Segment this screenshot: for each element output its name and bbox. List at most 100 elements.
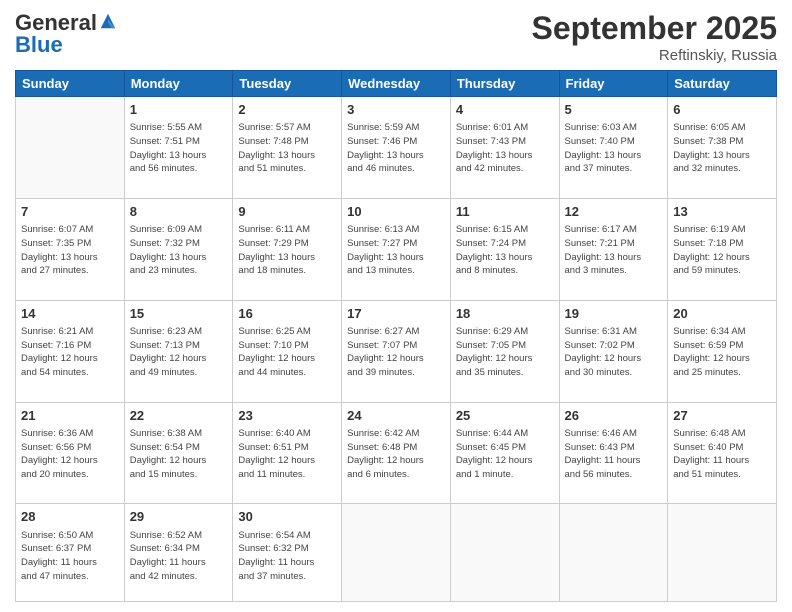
- title-block: September 2025 Reftinskiy, Russia: [532, 10, 777, 64]
- calendar-cell: 15Sunrise: 6:23 AM Sunset: 7:13 PM Dayli…: [124, 300, 233, 402]
- header-saturday: Saturday: [668, 71, 777, 97]
- location-subtitle: Reftinskiy, Russia: [532, 47, 777, 64]
- header-sunday: Sunday: [16, 71, 125, 97]
- day-number: 16: [238, 305, 336, 323]
- day-number: 9: [238, 203, 336, 221]
- calendar-cell: 5 Sunrise: 6:03 AM Sunset: 7:40 PM Daylig…: [559, 97, 668, 199]
- day-info: Sunrise: 6:27 AM Sunset: 7:07 PM Dayligh…: [347, 325, 445, 380]
- day-info: Sunrise: 6:03 AM Sunset: 7:40 PM Dayligh…: [565, 121, 663, 176]
- calendar-cell: 14 Sunrise: 6:21 AM Sunset: 7:16 PM Dayli…: [16, 300, 125, 402]
- calendar-cell: 25 Sunrise: 6:44 AM Sunset: 6:45 PM Dayli…: [450, 402, 559, 504]
- calendar-week-row: 1Sunrise: 5:55 AM Sunset: 7:51 PM Daylig…: [16, 97, 777, 199]
- calendar-cell: 20Sunrise: 6:34 AM Sunset: 6:59 PM Dayli…: [668, 300, 777, 402]
- day-number: 7: [21, 203, 119, 221]
- calendar-cell: 18 Sunrise: 6:29 AM Sunset: 7:05 PM Dayli…: [450, 300, 559, 402]
- calendar-cell: 6 Sunrise: 6:05 AM Sunset: 7:38 PM Daylig…: [668, 97, 777, 199]
- day-info: Sunrise: 6:01 AM Sunset: 7:43 PM Dayligh…: [456, 121, 554, 176]
- calendar-cell: 26 Sunrise: 6:46 AM Sunset: 6:43 PM Dayli…: [559, 402, 668, 504]
- day-info: Sunrise: 6:40 AM Sunset: 6:51 PM Dayligh…: [238, 427, 336, 482]
- day-info: Sunrise: 6:46 AM Sunset: 6:43 PM Dayligh…: [565, 427, 663, 482]
- day-info: Sunrise: 6:54 AM Sunset: 6:32 PM Dayligh…: [238, 529, 336, 584]
- calendar-cell: 24 Sunrise: 6:42 AM Sunset: 6:48 PM Dayli…: [342, 402, 451, 504]
- day-number: 20: [673, 305, 771, 323]
- day-info: Sunrise: 6:05 AM Sunset: 7:38 PM Dayligh…: [673, 121, 771, 176]
- header: General Blue September 2025 Reftinskiy, …: [15, 10, 777, 64]
- calendar-cell: [16, 97, 125, 199]
- day-number: 13: [673, 203, 771, 221]
- calendar-cell: 23 Sunrise: 6:40 AM Sunset: 6:51 PM Dayli…: [233, 402, 342, 504]
- day-number: 2: [238, 101, 336, 119]
- calendar-cell: [559, 504, 668, 602]
- calendar-cell: 9Sunrise: 6:11 AM Sunset: 7:29 PM Daylig…: [233, 198, 342, 300]
- calendar-cell: 29 Sunrise: 6:52 AM Sunset: 6:34 PM Dayli…: [124, 504, 233, 602]
- day-info: Sunrise: 6:48 AM Sunset: 6:40 PM Dayligh…: [673, 427, 771, 482]
- day-number: 25: [456, 407, 554, 425]
- day-info: Sunrise: 6:36 AM Sunset: 6:56 PM Dayligh…: [21, 427, 119, 482]
- calendar-cell: 7Sunrise: 6:07 AM Sunset: 7:35 PM Daylig…: [16, 198, 125, 300]
- calendar-week-row: 14 Sunrise: 6:21 AM Sunset: 7:16 PM Dayli…: [16, 300, 777, 402]
- day-number: 21: [21, 407, 119, 425]
- day-number: 19: [565, 305, 663, 323]
- calendar-week-row: 21 Sunrise: 6:36 AM Sunset: 6:56 PM Dayli…: [16, 402, 777, 504]
- calendar-cell: 4 Sunrise: 6:01 AM Sunset: 7:43 PM Daylig…: [450, 97, 559, 199]
- day-number: 14: [21, 305, 119, 323]
- calendar-cell: 22 Sunrise: 6:38 AM Sunset: 6:54 PM Dayli…: [124, 402, 233, 504]
- day-info: Sunrise: 6:09 AM Sunset: 7:32 PM Dayligh…: [130, 223, 228, 278]
- day-number: 24: [347, 407, 445, 425]
- day-info: Sunrise: 6:38 AM Sunset: 6:54 PM Dayligh…: [130, 427, 228, 482]
- day-info: Sunrise: 6:21 AM Sunset: 7:16 PM Dayligh…: [21, 325, 119, 380]
- day-number: 30: [238, 508, 336, 526]
- day-info: Sunrise: 6:13 AM Sunset: 7:27 PM Dayligh…: [347, 223, 445, 278]
- calendar-week-row: 7Sunrise: 6:07 AM Sunset: 7:35 PM Daylig…: [16, 198, 777, 300]
- day-info: Sunrise: 6:17 AM Sunset: 7:21 PM Dayligh…: [565, 223, 663, 278]
- header-monday: Monday: [124, 71, 233, 97]
- day-info: Sunrise: 5:59 AM Sunset: 7:46 PM Dayligh…: [347, 121, 445, 176]
- calendar-cell: 28 Sunrise: 6:50 AM Sunset: 6:37 PM Dayli…: [16, 504, 125, 602]
- calendar-cell: 27 Sunrise: 6:48 AM Sunset: 6:40 PM Dayli…: [668, 402, 777, 504]
- calendar-cell: 21 Sunrise: 6:36 AM Sunset: 6:56 PM Dayli…: [16, 402, 125, 504]
- day-number: 26: [565, 407, 663, 425]
- calendar-cell: [668, 504, 777, 602]
- page: General Blue September 2025 Reftinskiy, …: [0, 0, 792, 612]
- day-number: 12: [565, 203, 663, 221]
- calendar-cell: 1Sunrise: 5:55 AM Sunset: 7:51 PM Daylig…: [124, 97, 233, 199]
- day-info: Sunrise: 6:19 AM Sunset: 7:18 PM Dayligh…: [673, 223, 771, 278]
- day-number: 23: [238, 407, 336, 425]
- header-wednesday: Wednesday: [342, 71, 451, 97]
- calendar-cell: 19 Sunrise: 6:31 AM Sunset: 7:02 PM Dayli…: [559, 300, 668, 402]
- day-info: Sunrise: 6:42 AM Sunset: 6:48 PM Dayligh…: [347, 427, 445, 482]
- day-number: 5: [565, 101, 663, 119]
- calendar-cell: 12 Sunrise: 6:17 AM Sunset: 7:21 PM Dayli…: [559, 198, 668, 300]
- calendar-cell: [450, 504, 559, 602]
- logo: General Blue: [15, 10, 117, 58]
- header-friday: Friday: [559, 71, 668, 97]
- day-info: Sunrise: 6:15 AM Sunset: 7:24 PM Dayligh…: [456, 223, 554, 278]
- day-number: 15: [130, 305, 228, 323]
- day-info: Sunrise: 5:57 AM Sunset: 7:48 PM Dayligh…: [238, 121, 336, 176]
- calendar-cell: 30 Sunrise: 6:54 AM Sunset: 6:32 PM Dayli…: [233, 504, 342, 602]
- day-info: Sunrise: 6:52 AM Sunset: 6:34 PM Dayligh…: [130, 529, 228, 584]
- day-info: Sunrise: 6:44 AM Sunset: 6:45 PM Dayligh…: [456, 427, 554, 482]
- calendar-cell: 17Sunrise: 6:27 AM Sunset: 7:07 PM Dayli…: [342, 300, 451, 402]
- day-number: 4: [456, 101, 554, 119]
- calendar-cell: 10 Sunrise: 6:13 AM Sunset: 7:27 PM Dayli…: [342, 198, 451, 300]
- calendar-cell: [342, 504, 451, 602]
- day-info: Sunrise: 6:29 AM Sunset: 7:05 PM Dayligh…: [456, 325, 554, 380]
- day-number: 6: [673, 101, 771, 119]
- calendar-cell: 13 Sunrise: 6:19 AM Sunset: 7:18 PM Dayli…: [668, 198, 777, 300]
- day-number: 29: [130, 508, 228, 526]
- logo-icon: [99, 12, 117, 30]
- day-number: 8: [130, 203, 228, 221]
- day-number: 22: [130, 407, 228, 425]
- day-number: 1: [130, 101, 228, 119]
- day-number: 27: [673, 407, 771, 425]
- calendar-cell: 8 Sunrise: 6:09 AM Sunset: 7:32 PM Daylig…: [124, 198, 233, 300]
- calendar-cell: 3 Sunrise: 5:59 AM Sunset: 7:46 PM Daylig…: [342, 97, 451, 199]
- header-thursday: Thursday: [450, 71, 559, 97]
- day-number: 10: [347, 203, 445, 221]
- day-number: 28: [21, 508, 119, 526]
- day-number: 18: [456, 305, 554, 323]
- day-info: Sunrise: 6:50 AM Sunset: 6:37 PM Dayligh…: [21, 529, 119, 584]
- day-info: Sunrise: 6:31 AM Sunset: 7:02 PM Dayligh…: [565, 325, 663, 380]
- day-number: 3: [347, 101, 445, 119]
